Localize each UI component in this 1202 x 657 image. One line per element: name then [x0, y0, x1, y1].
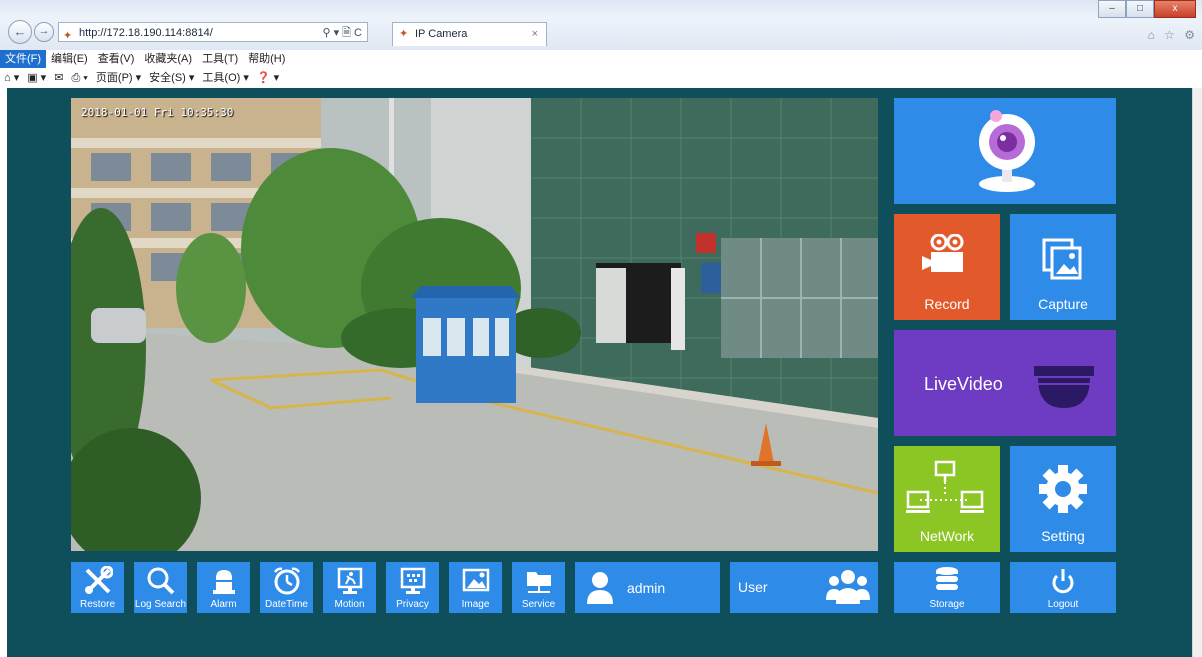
power-icon [1052, 569, 1074, 594]
user-avatar-icon [587, 572, 613, 604]
user-management-panel[interactable]: User [730, 562, 878, 613]
safety-cmd[interactable]: 安全(S) ▾ [145, 68, 198, 88]
browser-tab[interactable]: ✦ IP Camera × [392, 22, 547, 46]
address-tools[interactable]: ⚲ ▾ 🗎 C [322, 23, 362, 43]
alarm-button[interactable]: Alarm [197, 562, 250, 613]
menu-tools[interactable]: 工具(T) [197, 50, 243, 68]
capture-label: Capture [1038, 296, 1088, 312]
datetime-label: DateTime [265, 599, 308, 610]
user-group-icon [826, 570, 870, 604]
live-video-feed[interactable]: 2018-01-01 Fri 10:35:30 [71, 98, 878, 551]
wrench-screwdriver-icon [84, 566, 113, 594]
logout-tile[interactable]: Logout [1010, 562, 1116, 613]
address-bar[interactable]: ✦ http://172.18.190.114:8814/ ⚲ ▾ 🗎 C [58, 22, 368, 42]
storage-label: Storage [929, 599, 965, 610]
privacy-mask-icon [400, 567, 425, 594]
menu-help[interactable]: 帮助(H) [243, 50, 290, 68]
gear-icon [1039, 465, 1087, 513]
alarm-label: Alarm [210, 599, 237, 610]
dome-camera-icon [1034, 366, 1094, 408]
close-window-button[interactable]: x [1154, 0, 1196, 18]
browser-right-icons[interactable]: ⌂ ☆ ⚙ [1148, 28, 1198, 42]
tab-favicon-icon: ✦ [399, 28, 409, 40]
window-buttons: – □ x [1098, 0, 1196, 18]
network-topology-icon [906, 460, 984, 513]
menu-edit[interactable]: 编辑(E) [46, 50, 93, 68]
alarm-clock-icon [273, 567, 300, 595]
privacy-label: Privacy [396, 599, 429, 610]
image-icon [462, 568, 489, 592]
motion-button[interactable]: Motion [323, 562, 376, 613]
motion-detection-icon [337, 567, 362, 594]
database-storage-icon [936, 567, 958, 590]
address-url: http://172.18.190.114:8814/ [79, 27, 213, 39]
log-search-button[interactable]: Log Search [134, 562, 187, 613]
page-cmd[interactable]: 页面(P) ▾ [92, 68, 145, 88]
datetime-button[interactable]: DateTime [260, 562, 313, 613]
camera-scene-image [71, 98, 878, 551]
tab-close-icon[interactable]: × [532, 23, 538, 45]
menu-file[interactable]: 文件(F) [0, 50, 47, 68]
camera-tile[interactable] [894, 98, 1116, 204]
photo-capture-icon [1042, 238, 1082, 280]
service-label: Service [521, 599, 556, 610]
log-search-label: Log Search [134, 599, 187, 610]
mail-cmd[interactable]: ✉ [50, 68, 67, 88]
folder-service-icon [526, 572, 551, 593]
command-bar: ⌂ ▾ ▣ ▾ ✉ ⎙ ▾ 页面(P) ▾ 安全(S) ▾ 工具(O) ▾ ❓ ▾ [0, 68, 1202, 88]
feeds-cmd[interactable]: ▣ ▾ [23, 68, 50, 88]
forward-button[interactable]: → [34, 22, 54, 42]
user-management-label: User [738, 579, 768, 595]
video-timestamp-overlay: 2018-01-01 Fri 10:35:30 [81, 106, 234, 119]
maximize-button[interactable]: □ [1126, 0, 1154, 18]
restore-button[interactable]: Restore [71, 562, 124, 613]
search-icon [147, 567, 174, 595]
image-label: Image [461, 599, 490, 610]
restore-label: Restore [79, 599, 115, 610]
username-label: admin [627, 580, 666, 596]
menu-view[interactable]: 查看(V) [93, 50, 140, 68]
network-label: NetWork [919, 528, 975, 544]
back-button[interactable]: ← [8, 20, 32, 44]
home-cmd[interactable]: ⌂ ▾ [0, 68, 23, 88]
image-button[interactable]: Image [449, 562, 502, 613]
setting-tile[interactable]: Setting [1010, 446, 1116, 552]
privacy-button[interactable]: Privacy [386, 562, 439, 613]
menu-favorites[interactable]: 收藏夹(A) [139, 50, 197, 68]
storage-tile[interactable]: Storage [894, 562, 1000, 613]
tab-title: IP Camera [415, 28, 468, 40]
livevideo-tile[interactable]: LiveVideo [894, 330, 1116, 436]
service-button[interactable]: Service [512, 562, 565, 613]
setting-label: Setting [1041, 528, 1085, 544]
help-cmd[interactable]: ❓ ▾ [253, 68, 283, 88]
title-bar: – □ x [0, 0, 1202, 18]
print-cmd[interactable]: ⎙ ▾ [67, 68, 91, 88]
current-user-panel[interactable]: admin [575, 562, 720, 613]
site-favicon-icon: ✦ [63, 30, 73, 42]
menu-bar: 文件(F) 编辑(E) 查看(V) 收藏夹(A) 工具(T) 帮助(H) [0, 50, 1202, 68]
record-label: Record [924, 296, 970, 312]
browser-chrome: – □ x ← → ✦ http://172.18.190.114:8814/ … [0, 0, 1202, 88]
logout-label: Logout [1047, 599, 1079, 610]
record-tile[interactable]: Record [894, 214, 1000, 320]
motion-label: Motion [334, 599, 365, 610]
vertical-scrollbar[interactable] [1192, 88, 1202, 657]
minimize-button[interactable]: – [1098, 0, 1126, 18]
livevideo-label: LiveVideo [924, 374, 1003, 394]
network-tile[interactable]: NetWork [894, 446, 1000, 552]
tools-cmd[interactable]: 工具(O) ▾ [198, 68, 252, 88]
video-camera-icon [922, 234, 964, 272]
webcam-icon [979, 110, 1035, 192]
alarm-siren-icon [212, 570, 235, 594]
capture-tile[interactable]: Capture [1010, 214, 1116, 320]
